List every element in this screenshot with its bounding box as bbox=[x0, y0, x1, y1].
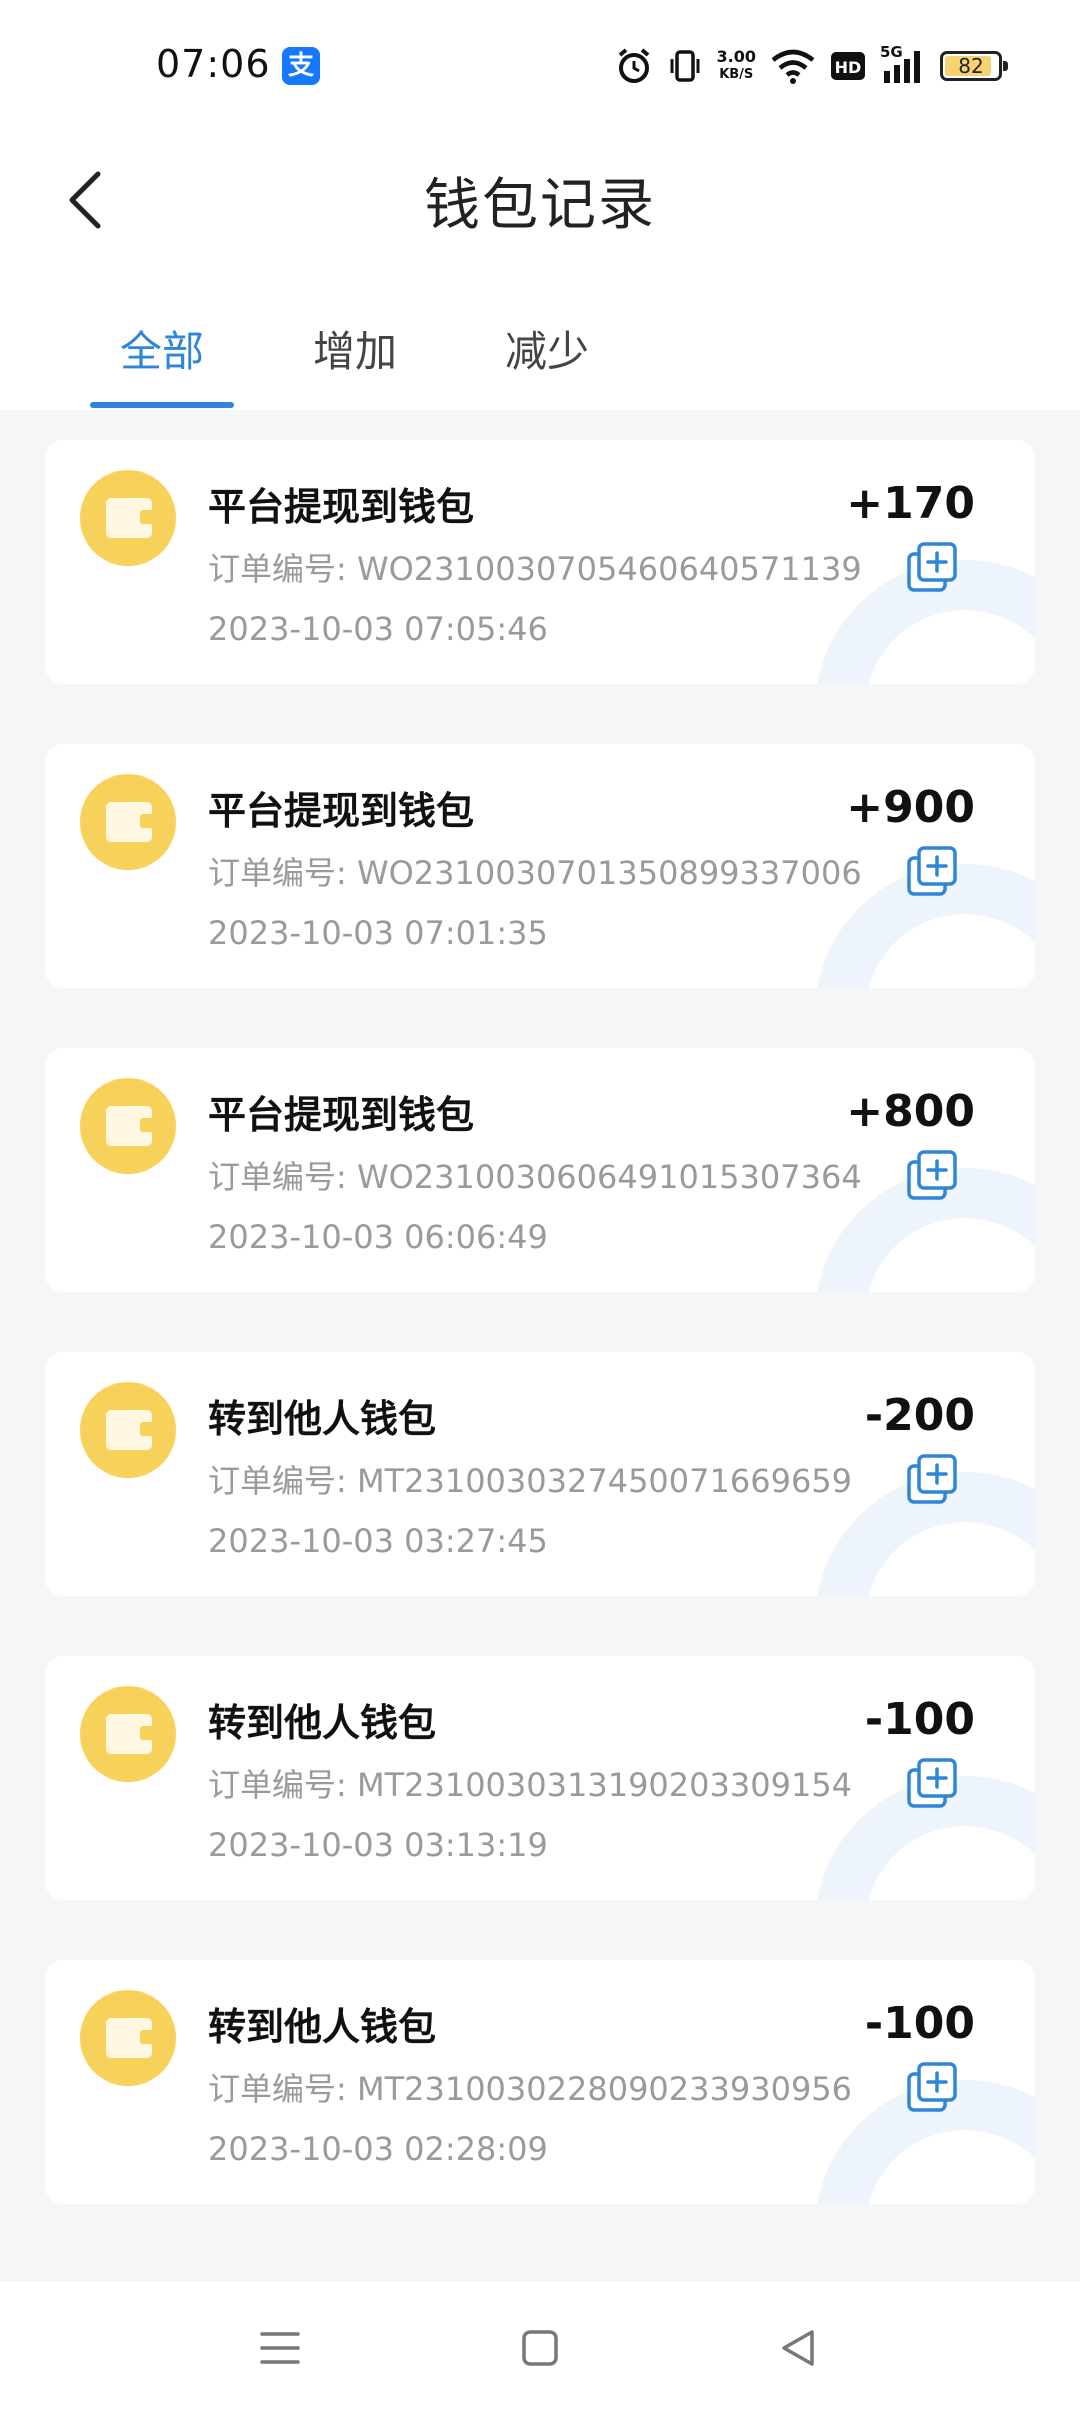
tab-bar: 全部 增加 减少 bbox=[0, 280, 1080, 410]
record-order-number: 订单编号: MT231003031319020330​9154 bbox=[208, 1766, 853, 1804]
record-order-number: 订单编号: WO231003070546064057​1139 bbox=[208, 550, 862, 588]
status-time: 07:06 bbox=[156, 42, 271, 86]
record-amount: -100 bbox=[864, 1694, 975, 1745]
record-title: 平台提现到钱包 bbox=[208, 1093, 475, 1137]
triangle-back-icon bbox=[782, 2330, 814, 2366]
copy-order-button[interactable] bbox=[905, 844, 961, 900]
record-title: 平台提现到钱包 bbox=[208, 789, 475, 833]
svg-text:HD: HD bbox=[835, 58, 862, 77]
menu-icon bbox=[260, 2332, 300, 2364]
record-title: 平台提现到钱包 bbox=[208, 485, 475, 529]
header: 钱包记录 bbox=[0, 130, 1080, 280]
copy-order-button[interactable] bbox=[905, 1452, 961, 1508]
record-order-number: 订单编号: WO231003060649101530​7364 bbox=[208, 1158, 862, 1196]
record-title: 转到他人钱包 bbox=[208, 1701, 437, 1745]
alipay-icon: 支 bbox=[282, 47, 320, 85]
record-order-number: 订单编号: WO231003070135089933​7006 bbox=[208, 854, 862, 892]
network-speed-value: 3.00 bbox=[716, 47, 756, 66]
record-amount: -200 bbox=[864, 1390, 975, 1441]
copy-icon bbox=[907, 1758, 957, 1808]
record-time: 2023-10-03 03:13:19 bbox=[208, 1826, 548, 1864]
square-icon bbox=[522, 2330, 558, 2366]
tab-all[interactable]: 全部 bbox=[120, 318, 204, 379]
network-speed-unit: KB/S bbox=[719, 67, 754, 82]
copy-order-button[interactable] bbox=[905, 2060, 961, 2116]
record-time: 2023-10-03 03:27:45 bbox=[208, 1522, 548, 1560]
menu-button[interactable] bbox=[252, 2320, 308, 2376]
system-nav-bar bbox=[0, 2282, 1080, 2412]
wallet-icon bbox=[80, 1686, 176, 1782]
record-list: 平台提现到钱包 订单编号: WO231003070546064057​1139 … bbox=[45, 440, 1035, 2264]
wallet-icon bbox=[80, 470, 176, 566]
copy-order-button[interactable] bbox=[905, 1756, 961, 1812]
record-amount: +170 bbox=[846, 478, 975, 529]
record-title: 转到他人钱包 bbox=[208, 2005, 437, 2049]
record-card[interactable]: 平台提现到钱包 订单编号: WO231003070546064057​1139 … bbox=[45, 440, 1035, 684]
status-bar: 07:06 支 3.00 KB/S HD 5G 82 bbox=[0, 0, 1080, 130]
record-order-number: 订单编号: MT231003032745007166​9659 bbox=[208, 1462, 853, 1500]
record-title: 转到他人钱包 bbox=[208, 1397, 437, 1441]
copy-icon bbox=[907, 2062, 957, 2112]
tab-active-indicator bbox=[90, 402, 234, 408]
wallet-records-page: 07:06 支 3.00 KB/S HD 5G 82 钱包记录 全部 增加 减少… bbox=[0, 0, 1080, 2412]
record-time: 2023-10-03 06:06:49 bbox=[208, 1218, 548, 1256]
wallet-icon bbox=[80, 1382, 176, 1478]
record-time: 2023-10-03 07:01:35 bbox=[208, 914, 548, 952]
copy-icon bbox=[907, 846, 957, 896]
record-card[interactable]: 平台提现到钱包 订单编号: WO231003070135089933​7006 … bbox=[45, 744, 1035, 988]
page-title: 钱包记录 bbox=[424, 173, 656, 238]
record-amount: +900 bbox=[846, 782, 975, 833]
record-amount: -100 bbox=[864, 1998, 975, 2049]
battery-level: 82 bbox=[958, 54, 984, 78]
copy-order-button[interactable] bbox=[905, 1148, 961, 1204]
vibrate-icon bbox=[670, 50, 700, 82]
record-time: 2023-10-03 07:05:46 bbox=[208, 610, 548, 648]
network-speed: 3.00 KB/S bbox=[717, 48, 756, 84]
wallet-icon bbox=[80, 1078, 176, 1174]
copy-icon bbox=[907, 1150, 957, 1200]
wallet-icon bbox=[80, 1990, 176, 2086]
alarm-icon bbox=[618, 48, 649, 83]
battery-icon: 82 bbox=[940, 51, 1008, 81]
copy-order-button[interactable] bbox=[905, 540, 961, 596]
status-icons: 3.00 KB/S HD 5G 82 bbox=[615, 43, 1008, 88]
home-button[interactable] bbox=[512, 2320, 568, 2376]
tab-increase[interactable]: 增加 bbox=[313, 318, 397, 379]
record-card[interactable]: 平台提现到钱包 订单编号: WO231003060649101530​7364 … bbox=[45, 1048, 1035, 1292]
record-order-number: 订单编号: MT231003022809023393​0956 bbox=[208, 2070, 853, 2108]
tab-decrease[interactable]: 减少 bbox=[505, 318, 589, 379]
wifi-icon bbox=[771, 49, 815, 84]
record-amount: +800 bbox=[846, 1086, 975, 1137]
record-time: 2023-10-03 02:28:09 bbox=[208, 2130, 548, 2168]
back-nav-button[interactable] bbox=[770, 2320, 826, 2376]
hd-icon: HD bbox=[831, 52, 865, 80]
record-card[interactable]: 转到他人钱包 订单编号: MT231003022809023393​0956 2… bbox=[45, 1960, 1035, 2204]
copy-icon bbox=[907, 542, 957, 592]
record-card[interactable]: 转到他人钱包 订单编号: MT231003032745007166​9659 2… bbox=[45, 1352, 1035, 1596]
wallet-icon bbox=[80, 774, 176, 870]
signal-icon: 5G bbox=[880, 43, 926, 85]
record-card[interactable]: 转到他人钱包 订单编号: MT231003031319020330​9154 2… bbox=[45, 1656, 1035, 1900]
copy-icon bbox=[907, 1454, 957, 1504]
